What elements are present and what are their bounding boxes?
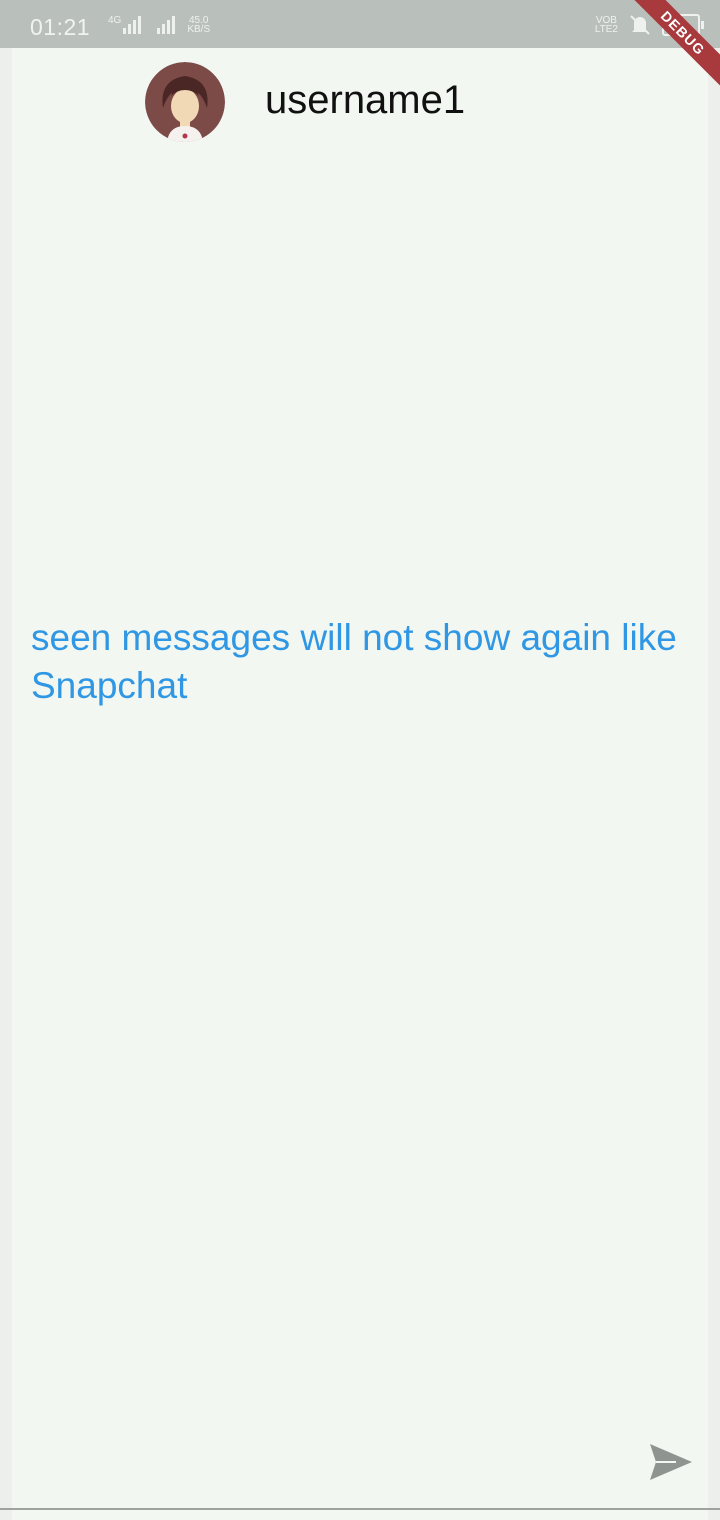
- network-type-label: 4G: [108, 15, 122, 26]
- send-icon: [650, 1444, 692, 1480]
- chat-message: seen messages will not show again like S…: [31, 617, 677, 706]
- left-edge: [0, 48, 12, 1520]
- signal-icon-2: [157, 16, 176, 34]
- input-divider: [0, 1508, 720, 1510]
- mute-icon: [630, 15, 650, 35]
- right-edge: [708, 48, 720, 1520]
- network-speed-unit: KB/S: [187, 24, 211, 35]
- user-avatar-icon[interactable]: [145, 62, 225, 142]
- volte-indicator: VOB LTE2: [594, 16, 618, 35]
- network-speed: 45.0 KB/S: [187, 16, 211, 35]
- app-screen: 01:21 4G 45.0 KB/S VOB LTE2 DEBUG userna…: [0, 0, 720, 1520]
- chat-header: username1: [0, 48, 720, 158]
- network-type-indicator: 4G: [108, 15, 142, 34]
- status-left-icons: 4G 45.0 KB/S: [108, 15, 211, 35]
- status-bar: 01:21 4G 45.0 KB/S VOB LTE2: [0, 0, 720, 48]
- signal-icon: [123, 16, 142, 34]
- send-button[interactable]: [648, 1440, 696, 1484]
- chat-username[interactable]: username1: [265, 78, 465, 123]
- volte-sub-label: LTE2: [594, 24, 618, 35]
- status-time: 01:21: [30, 14, 91, 40]
